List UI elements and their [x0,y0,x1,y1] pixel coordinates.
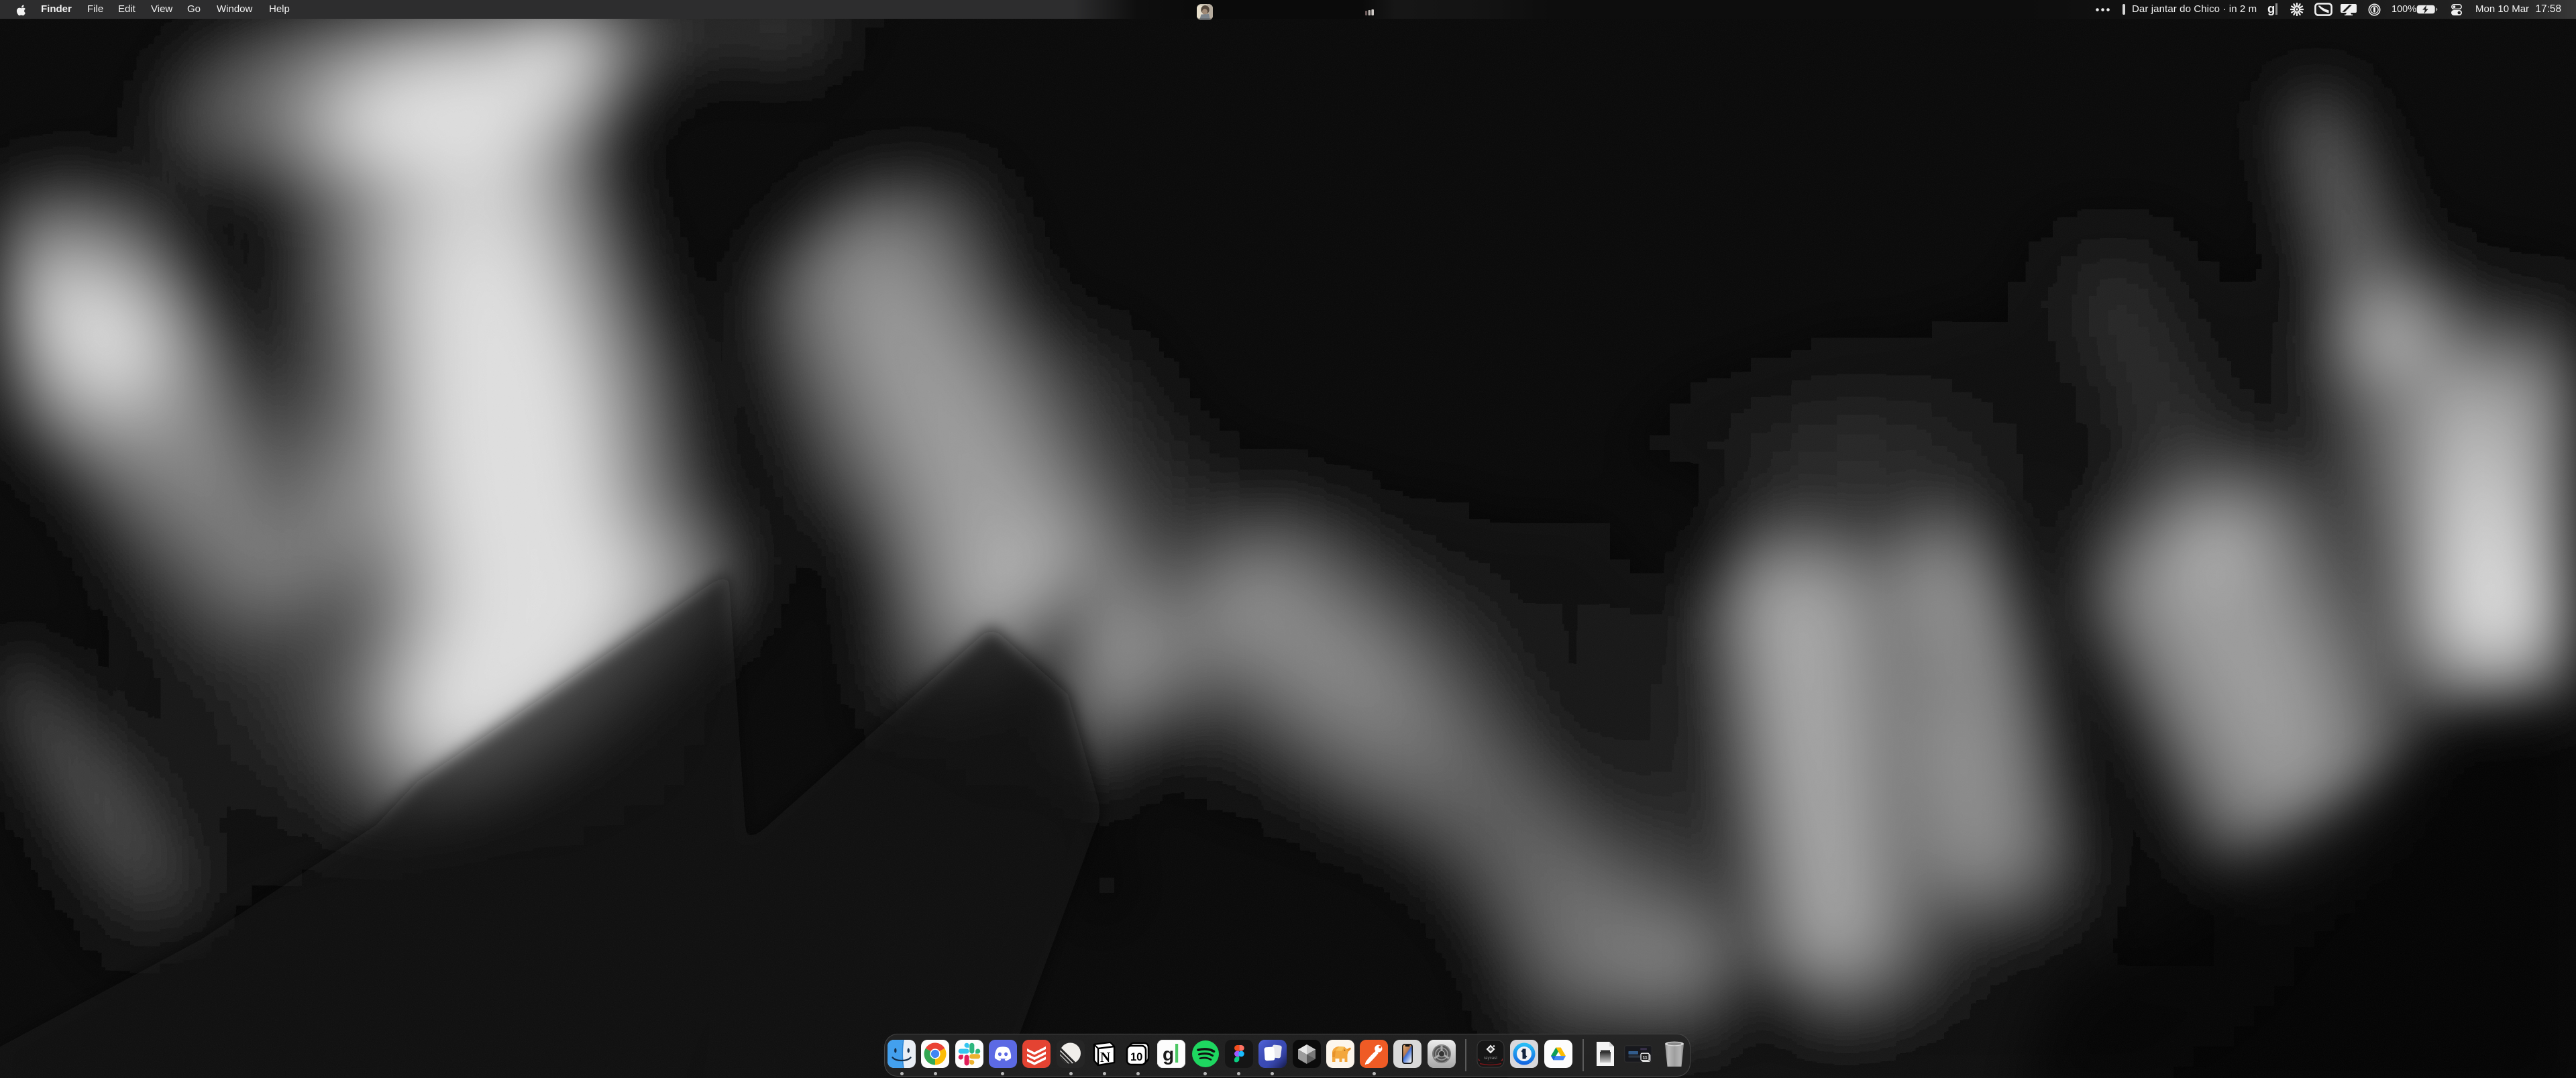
svg-text:g: g [1163,1044,1174,1065]
svg-text:10: 10 [1130,1051,1142,1063]
svg-text:11: 11 [1643,1055,1648,1060]
svg-text:N: N [1100,1049,1110,1065]
svg-text:raycast: raycast [1484,1056,1497,1061]
